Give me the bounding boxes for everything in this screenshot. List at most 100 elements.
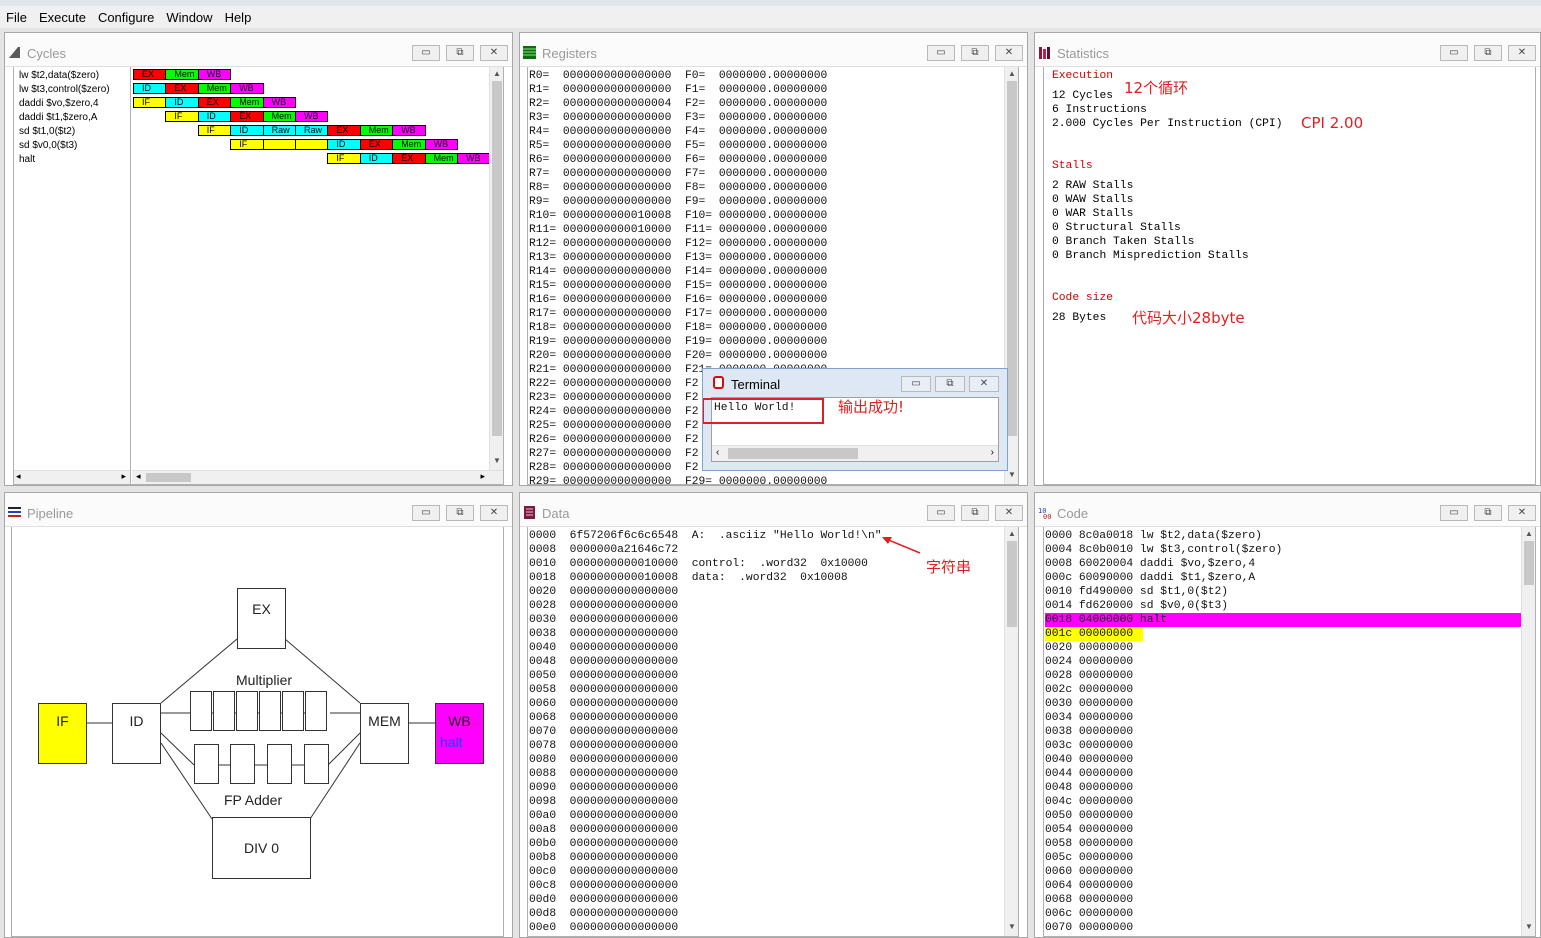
close-button[interactable]: ✕ bbox=[969, 376, 999, 392]
cycles-vscroll[interactable]: ▲ ▼ bbox=[489, 67, 503, 470]
code-row[interactable]: 0000 8c0a0018 lw $t2,data($zero) bbox=[1045, 529, 1521, 543]
close-button[interactable]: ✕ bbox=[995, 505, 1023, 521]
menu-file[interactable]: File bbox=[0, 10, 33, 25]
minimize-button[interactable]: ▭ bbox=[901, 376, 931, 392]
register-value: R7= 0000000000000000 bbox=[529, 168, 685, 180]
code-row[interactable]: 0014 fd620000 sd $v0,0($t3) bbox=[1045, 599, 1521, 613]
maximize-button[interactable]: ⧉ bbox=[446, 505, 474, 521]
cycles-grid: EX Mem WB ID EX Mem WB IF ID EX Mem WB IF ID EX Mem WB IF… bbox=[132, 67, 491, 470]
cycle-stage-cell: ID bbox=[133, 83, 167, 94]
terminal-window: Terminal ▭ ⧉ ✕ Hello World! ‹ › bbox=[702, 368, 1008, 471]
terminal-hscroll[interactable]: ‹ › bbox=[712, 445, 998, 461]
code-row[interactable]: 0028 00000000 bbox=[1045, 669, 1521, 683]
code-row[interactable]: 002c 00000000 bbox=[1045, 683, 1521, 697]
data-row: 00c0 0000000000000000 bbox=[529, 866, 679, 878]
code-row[interactable]: 0010 fd490000 sd $t1,0($t2) bbox=[1045, 585, 1521, 599]
menu-window[interactable]: Window bbox=[160, 10, 218, 25]
stall-waw: 0 WAW Stalls bbox=[1052, 194, 1134, 206]
code-row[interactable]: 0054 00000000 bbox=[1045, 823, 1521, 837]
registers-title-bar[interactable]: Registers ▭ ⧉ ✕ bbox=[520, 33, 1027, 67]
code-row[interactable]: 0070 00000000 bbox=[1045, 921, 1521, 935]
minimize-button[interactable]: ▭ bbox=[1440, 45, 1468, 61]
register-value: R23= 0000000000000000 bbox=[529, 392, 685, 404]
close-button[interactable]: ✕ bbox=[995, 45, 1023, 61]
cycle-stage-cell: Mem bbox=[262, 111, 296, 122]
code-row[interactable]: 0044 00000000 bbox=[1045, 767, 1521, 781]
code-row[interactable]: 004c 00000000 bbox=[1045, 795, 1521, 809]
close-button[interactable]: ✕ bbox=[1508, 45, 1536, 61]
maximize-button[interactable]: ⧉ bbox=[961, 505, 989, 521]
code-row[interactable]: 0064 00000000 bbox=[1045, 879, 1521, 893]
code-row[interactable]: 0038 00000000 bbox=[1045, 725, 1521, 739]
code-row[interactable]: 006c 00000000 bbox=[1045, 907, 1521, 921]
register-row: R12= 0000000000000000 F12= 0000000.00000… bbox=[529, 237, 827, 251]
pipeline-title: Pipeline bbox=[27, 506, 74, 521]
code-row[interactable]: 0004 8c0b0010 lw $t3,control($zero) bbox=[1045, 543, 1521, 557]
code-title: Code bbox=[1057, 506, 1089, 521]
cycle-stage-cell: WB bbox=[230, 83, 264, 94]
register-row: R11= 0000000000010000 F11= 0000000.00000… bbox=[529, 223, 827, 237]
menu-configure[interactable]: Configure bbox=[92, 10, 160, 25]
maximize-button[interactable]: ⧉ bbox=[1474, 45, 1502, 61]
data-vscroll[interactable]: ▲ ▼ bbox=[1004, 527, 1018, 936]
data-icon bbox=[524, 506, 535, 519]
cycle-stage-cell: EX bbox=[165, 83, 199, 94]
cpi-value: 2.000 Cycles Per Instruction (CPI) bbox=[1052, 118, 1283, 130]
pipeline-title-bar[interactable]: Pipeline ▭ ⧉ ✕ bbox=[5, 493, 512, 527]
minimize-button[interactable]: ▭ bbox=[927, 505, 955, 521]
code-row[interactable]: 0074 00000000 bbox=[1045, 935, 1521, 936]
statistics-title-bar[interactable]: Statistics ▭ ⧉ ✕ bbox=[1035, 33, 1540, 67]
minimize-button[interactable]: ▭ bbox=[412, 45, 440, 61]
code-row[interactable]: 0034 00000000 bbox=[1045, 711, 1521, 725]
code-row[interactable]: 0050 00000000 bbox=[1045, 809, 1521, 823]
maximize-button[interactable]: ⧉ bbox=[1474, 505, 1502, 521]
minimize-button[interactable]: ▭ bbox=[1440, 505, 1468, 521]
minimize-button[interactable]: ▭ bbox=[412, 505, 440, 521]
cycle-stage-cell: WB bbox=[295, 111, 329, 122]
menu-execute[interactable]: Execute bbox=[33, 10, 92, 25]
code-vscroll[interactable]: ▲ ▼ bbox=[1521, 527, 1535, 936]
code-row[interactable]: 005c 00000000 bbox=[1045, 851, 1521, 865]
code-row[interactable]: 0058 00000000 bbox=[1045, 837, 1521, 851]
cycle-instruction-label: daddi $t1,$zero,A bbox=[19, 112, 98, 123]
menu-help[interactable]: Help bbox=[219, 10, 258, 25]
code-row[interactable]: 0030 00000000 bbox=[1045, 697, 1521, 711]
fpadder-label: FP Adder bbox=[224, 792, 283, 808]
stage-if: IF bbox=[38, 703, 87, 764]
maximize-button[interactable]: ⧉ bbox=[935, 376, 965, 392]
code-row[interactable]: 0018 04000000 halt bbox=[1045, 613, 1521, 627]
terminal-title: Terminal bbox=[731, 377, 781, 392]
cycles-title-bar[interactable]: Cycles ▭ ⧉ ✕ bbox=[5, 33, 512, 67]
register-value: R9= 0000000000000000 bbox=[529, 196, 685, 208]
code-row[interactable]: 0068 00000000 bbox=[1045, 893, 1521, 907]
code-icon: 1000 bbox=[1038, 507, 1051, 520]
code-row[interactable]: 0048 00000000 bbox=[1045, 781, 1521, 795]
maximize-button[interactable]: ⧉ bbox=[961, 45, 989, 61]
register-value: R18= 0000000000000000 bbox=[529, 322, 685, 334]
close-button[interactable]: ✕ bbox=[1508, 505, 1536, 521]
register-value: R15= 0000000000000000 bbox=[529, 280, 685, 292]
register-row: R29= 0000000000000000 F29= 0000000.00000… bbox=[529, 475, 827, 484]
code-row[interactable]: 0060 00000000 bbox=[1045, 865, 1521, 879]
stall-branch-taken: 0 Branch Taken Stalls bbox=[1052, 236, 1195, 248]
maximize-button[interactable]: ⧉ bbox=[446, 45, 474, 61]
cycles-left-hscroll[interactable]: ◂ ▸ bbox=[14, 470, 130, 484]
fp-register-value: F20= 0000000.00000000 bbox=[684, 350, 828, 362]
code-row[interactable]: 0024 00000000 bbox=[1045, 655, 1521, 669]
cycle-stage-cell: WB bbox=[392, 125, 426, 136]
terminal-title-bar[interactable]: Terminal ▭ ⧉ ✕ bbox=[703, 369, 1007, 395]
code-row[interactable]: 0020 00000000 bbox=[1045, 641, 1521, 655]
code-row[interactable]: 001c 00000000 bbox=[1045, 627, 1143, 641]
cycle-stage-cell: IF bbox=[165, 111, 199, 122]
close-button[interactable]: ✕ bbox=[480, 505, 508, 521]
close-button[interactable]: ✕ bbox=[480, 45, 508, 61]
cycles-right-hscroll[interactable]: ◂ ▸ bbox=[132, 470, 503, 484]
code-row[interactable]: 003c 00000000 bbox=[1045, 739, 1521, 753]
code-title-bar[interactable]: 10 00 Code ▭ ⧉ ✕ bbox=[1035, 493, 1540, 527]
minimize-button[interactable]: ▭ bbox=[927, 45, 955, 61]
code-row[interactable]: 000c 60090000 daddi $t1,$zero,A bbox=[1045, 571, 1521, 585]
data-title-bar[interactable]: Data ▭ ⧉ ✕ bbox=[520, 493, 1027, 527]
code-row[interactable]: 0008 60020004 daddi $vo,$zero,4 bbox=[1045, 557, 1521, 571]
code-row[interactable]: 0040 00000000 bbox=[1045, 753, 1521, 767]
cycle-stage-cell: Mem bbox=[197, 83, 232, 94]
